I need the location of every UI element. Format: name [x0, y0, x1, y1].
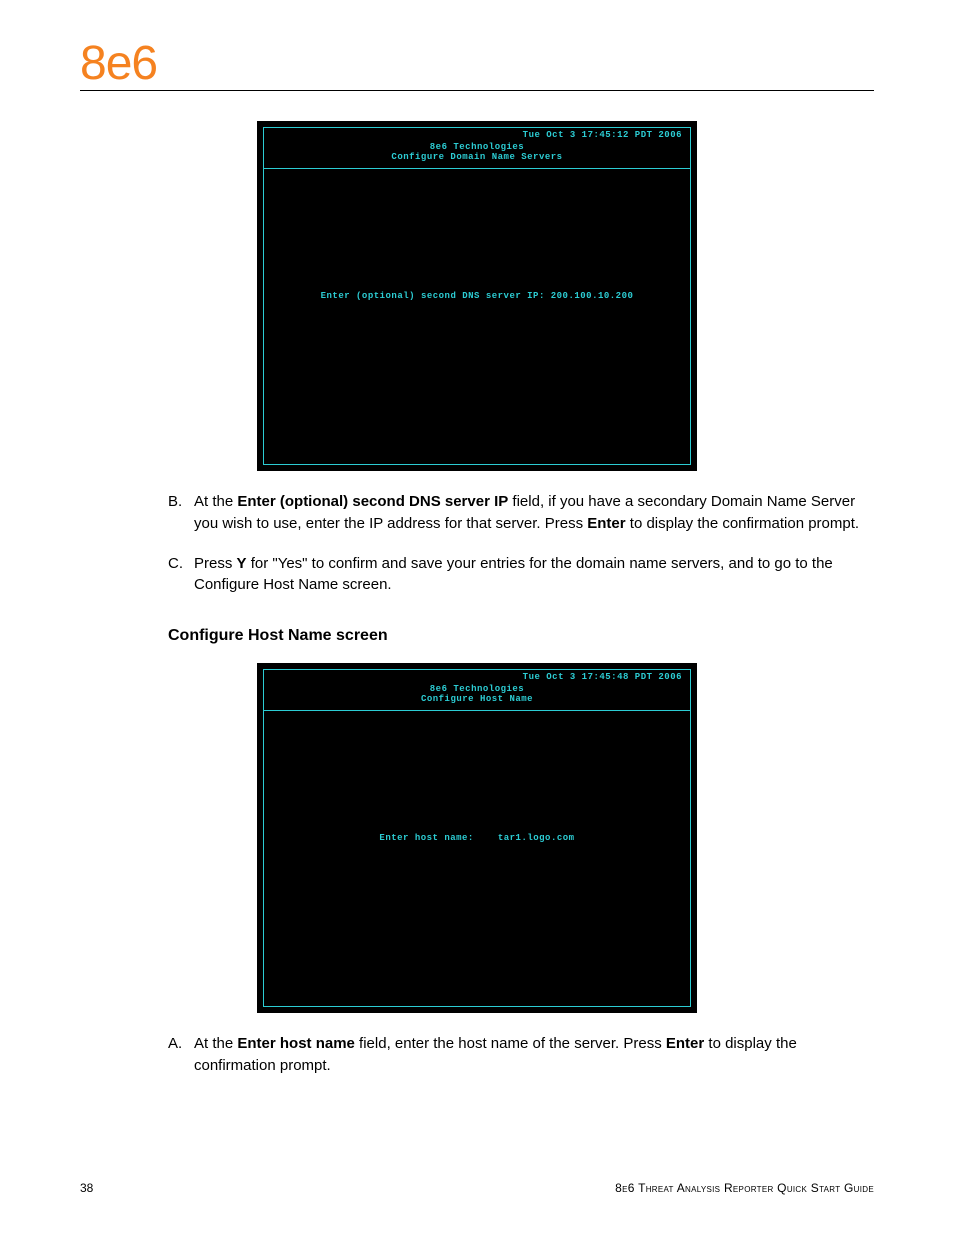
- terminal-screenshot-hostname: Tue Oct 3 17:45:48 PDT 2006 8e6 Technolo…: [257, 663, 697, 1013]
- step-letter: C.: [168, 553, 194, 597]
- text-fragment: to display the confirmation prompt.: [626, 515, 859, 532]
- terminal-prompt: Enter (optional) second DNS server IP: 2…: [321, 291, 634, 301]
- terminal-frame: Tue Oct 3 17:45:12 PDT 2006 8e6 Technolo…: [263, 127, 691, 465]
- prompt-label: Enter host name:: [379, 833, 473, 843]
- guide-title: 8e6 Threat Analysis Reporter Quick Start…: [615, 1181, 874, 1195]
- step-letter: B.: [168, 491, 194, 535]
- page-number: 38: [80, 1181, 93, 1195]
- content-area: B. At the Enter (optional) second DNS se…: [80, 491, 874, 647]
- step-text: At the Enter (optional) second DNS serve…: [194, 491, 864, 535]
- section-heading: Configure Host Name screen: [168, 624, 864, 647]
- terminal-frame: Tue Oct 3 17:45:48 PDT 2006 8e6 Technolo…: [263, 669, 691, 1007]
- step-text: Press Y for "Yes" to confirm and save yo…: [194, 553, 864, 597]
- text-fragment: field, enter the host name of the server…: [355, 1035, 666, 1052]
- terminal-body: Enter (optional) second DNS server IP: 2…: [264, 128, 690, 464]
- bold-key: Y: [237, 555, 247, 572]
- step-c: C. Press Y for "Yes" to confirm and save…: [168, 553, 864, 597]
- text-fragment: for "Yes" to confirm and save your entri…: [194, 555, 833, 594]
- bold-field-name: Enter (optional) second DNS server IP: [237, 493, 508, 510]
- text-fragment: Press: [194, 555, 237, 572]
- step-letter: A.: [168, 1033, 194, 1077]
- text-fragment: At the: [194, 1035, 237, 1052]
- logo-8e6: 8e6: [80, 40, 157, 88]
- document-page: 8e6 Tue Oct 3 17:45:12 PDT 2006 8e6 Tech…: [0, 0, 954, 1235]
- terminal-prompt: Enter host name: tar1.logo.com: [379, 833, 574, 843]
- prompt-value: tar1.logo.com: [498, 833, 575, 843]
- text-fragment: At the: [194, 493, 237, 510]
- page-header: 8e6: [80, 40, 874, 91]
- step-text: At the Enter host name field, enter the …: [194, 1033, 864, 1077]
- bold-field-name: Enter host name: [237, 1035, 355, 1052]
- step-b: B. At the Enter (optional) second DNS se…: [168, 491, 864, 535]
- page-footer: 38 8e6 Threat Analysis Reporter Quick St…: [80, 1181, 874, 1195]
- bold-key: Enter: [587, 515, 625, 532]
- bold-key: Enter: [666, 1035, 704, 1052]
- terminal-screenshot-dns: Tue Oct 3 17:45:12 PDT 2006 8e6 Technolo…: [257, 121, 697, 471]
- content-area-2: A. At the Enter host name field, enter t…: [80, 1033, 874, 1077]
- terminal-body: Enter host name: tar1.logo.com: [264, 670, 690, 1006]
- step-a: A. At the Enter host name field, enter t…: [168, 1033, 864, 1077]
